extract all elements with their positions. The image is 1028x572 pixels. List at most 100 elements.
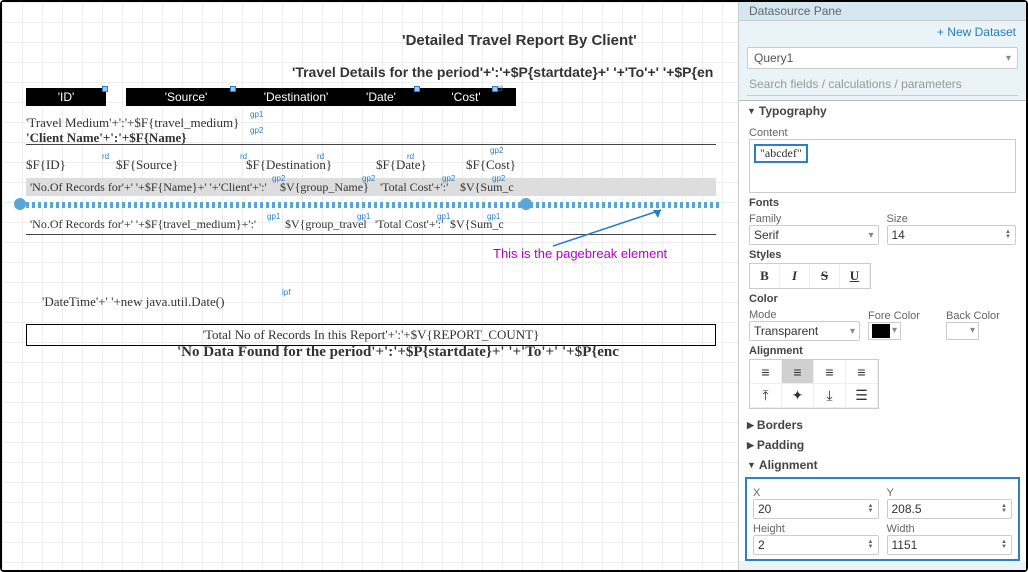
chevron-down-icon: ▾ xyxy=(850,326,855,337)
triangle-down-icon: ▼ xyxy=(747,460,756,470)
triangle-down-icon: ▼ xyxy=(747,106,756,116)
align-justify-button[interactable]: ≡ xyxy=(846,360,878,384)
triangle-right-icon: ▶ xyxy=(747,420,754,431)
font-family-select[interactable]: Serif▾ xyxy=(749,225,879,245)
summary-cost-value: $V{Sum_c xyxy=(460,180,514,194)
content-textarea[interactable]: "abcdef" xyxy=(749,139,1016,193)
divider xyxy=(26,144,716,145)
tag-cl: cl xyxy=(497,84,503,93)
report-subtitle[interactable]: 'Travel Details for the period'+':'+$P{s… xyxy=(292,64,713,80)
tag-lpf: lpf xyxy=(282,288,290,297)
padding-section-header[interactable]: ▶Padding xyxy=(739,435,1026,455)
align-middle-button[interactable]: ✦ xyxy=(782,384,814,408)
tag-marker xyxy=(102,86,108,92)
summary2-records: 'No.Of Records for'+' '+$F{travel_medium… xyxy=(30,217,285,232)
tag-gp2: gp2 xyxy=(492,174,505,183)
tag-marker xyxy=(230,86,236,92)
header-source[interactable]: 'Source' xyxy=(126,88,246,106)
italic-button[interactable]: I xyxy=(780,264,810,288)
size-label: Size xyxy=(887,213,1017,225)
tag-rd: rd xyxy=(240,152,247,161)
search-input[interactable]: Search fields / calculations / parameter… xyxy=(747,73,1018,96)
fore-color-picker[interactable]: ▾ xyxy=(868,322,901,340)
x-stepper[interactable]: 20▲▼ xyxy=(753,499,879,519)
tag-rd: rd xyxy=(317,152,324,161)
align-bottom-button[interactable]: ⤓ xyxy=(814,384,846,408)
align-center-button[interactable]: ≡ xyxy=(782,360,814,384)
align-right-button[interactable]: ≡ xyxy=(814,360,846,384)
position-size-panel: X 20▲▼ Y 208.5▲▼ Height 2▲▼ Width 1151▲▼ xyxy=(745,477,1020,561)
tag-marker xyxy=(414,86,420,92)
content-value-highlight: "abcdef" xyxy=(754,144,808,163)
new-dataset-button[interactable]: + New Dataset xyxy=(739,21,1026,43)
back-color-label: Back Color xyxy=(946,310,1016,322)
color-mode-select[interactable]: Transparent▾ xyxy=(749,321,860,341)
back-color-picker[interactable]: ▾ xyxy=(946,322,979,340)
alignment-label: Alignment xyxy=(749,345,1016,357)
strikethrough-button[interactable]: S xyxy=(810,264,840,288)
header-row[interactable]: 'ID' 'Source' 'Destination' 'Date' 'Cost… xyxy=(26,88,516,106)
triangle-right-icon: ▶ xyxy=(747,440,754,451)
properties-sidebar: Datasource Pane + New Dataset Query1▾ Se… xyxy=(738,2,1026,570)
chevron-down-icon: ▾ xyxy=(1006,53,1011,64)
height-label: Height xyxy=(753,523,879,535)
color-swatch-icon xyxy=(872,324,890,338)
travel-medium-field[interactable]: 'Travel Medium'+':'+$F{travel_medium} xyxy=(26,115,738,131)
stepper-icon[interactable]: ▲▼ xyxy=(868,504,874,514)
header-destination[interactable]: 'Destination' xyxy=(246,88,346,106)
color-label: Color xyxy=(749,293,1016,305)
styles-label: Styles xyxy=(749,249,1016,261)
height-stepper[interactable]: 2▲▼ xyxy=(753,535,879,555)
tag-gp2: gp2 xyxy=(490,146,503,155)
align-left-button[interactable]: ≡ xyxy=(750,360,782,384)
fore-color-label: Fore Color xyxy=(868,310,938,322)
tag-gp1: gp1 xyxy=(250,110,263,119)
tag-gp2: gp2 xyxy=(362,174,375,183)
stepper-icon[interactable]: ▲▼ xyxy=(868,540,874,550)
content-label: Content xyxy=(749,127,1016,139)
family-label: Family xyxy=(749,213,879,225)
tag-rd: rd xyxy=(102,152,109,161)
tag-rd: rd xyxy=(407,152,414,161)
datasource-pane-header: Datasource Pane xyxy=(739,2,1026,21)
report-canvas[interactable]: 'Detailed Travel Report By Client' 'Trav… xyxy=(2,2,738,570)
x-label: X xyxy=(753,487,879,499)
font-size-stepper[interactable]: 14▲▼ xyxy=(887,225,1017,245)
stepper-icon[interactable]: ▲▼ xyxy=(1005,230,1011,240)
stepper-icon[interactable]: ▲▼ xyxy=(1001,504,1007,514)
annotation-note: This is the pagebreak element xyxy=(493,246,667,261)
tag-gp2: gp2 xyxy=(250,126,263,135)
tag-gp1: gp1 xyxy=(487,212,500,221)
header-date[interactable]: 'Date' xyxy=(346,88,416,106)
width-stepper[interactable]: 1151▲▼ xyxy=(887,535,1013,555)
nodata-field[interactable]: 'No Data Found for the period'+':'+$P{st… xyxy=(177,344,619,361)
style-button-group: B I S U xyxy=(749,263,871,289)
summary-records: 'No.Of Records for'+' '+$F{Name}+' '+'Cl… xyxy=(30,180,280,194)
report-title[interactable]: 'Detailed Travel Report By Client' xyxy=(402,32,637,49)
fonts-label: Fonts xyxy=(749,197,1016,209)
header-id[interactable]: 'ID' xyxy=(26,88,106,106)
total-records-field[interactable]: 'Total No of Records In this Report'+':'… xyxy=(26,324,716,346)
datetime-field[interactable]: 'DateTime'+' '+new java.util.Date() xyxy=(42,294,738,310)
tag-gp2: gp2 xyxy=(442,174,455,183)
query-select[interactable]: Query1▾ xyxy=(747,47,1018,69)
y-stepper[interactable]: 208.5▲▼ xyxy=(887,499,1013,519)
y-label: Y xyxy=(887,487,1013,499)
align-top-button[interactable]: ⤒ xyxy=(750,384,782,408)
field-cost[interactable]: $F{Cost} xyxy=(466,157,546,173)
tag-gp1: gp1 xyxy=(267,212,280,221)
field-destination[interactable]: $F{Destination} xyxy=(246,157,376,173)
typography-section-header[interactable]: ▼Typography xyxy=(739,101,1026,121)
align-distribute-button[interactable]: ☰ xyxy=(846,384,878,408)
stepper-icon[interactable]: ▲▼ xyxy=(1001,540,1007,550)
underline-button[interactable]: U xyxy=(840,264,870,288)
alignment-section-header[interactable]: ▼Alignment xyxy=(739,455,1026,475)
borders-section-header[interactable]: ▶Borders xyxy=(739,415,1026,435)
field-date[interactable]: $F{Date} xyxy=(376,157,466,173)
tag-gp1: gp1 xyxy=(437,212,450,221)
width-label: Width xyxy=(887,523,1013,535)
alignment-grid: ≡ ≡ ≡ ≡ ⤒ ✦ ⤓ ☰ xyxy=(749,359,879,409)
chevron-down-icon: ▾ xyxy=(868,230,873,241)
bold-button[interactable]: B xyxy=(750,264,780,288)
field-source[interactable]: $F{Source} xyxy=(116,157,246,173)
